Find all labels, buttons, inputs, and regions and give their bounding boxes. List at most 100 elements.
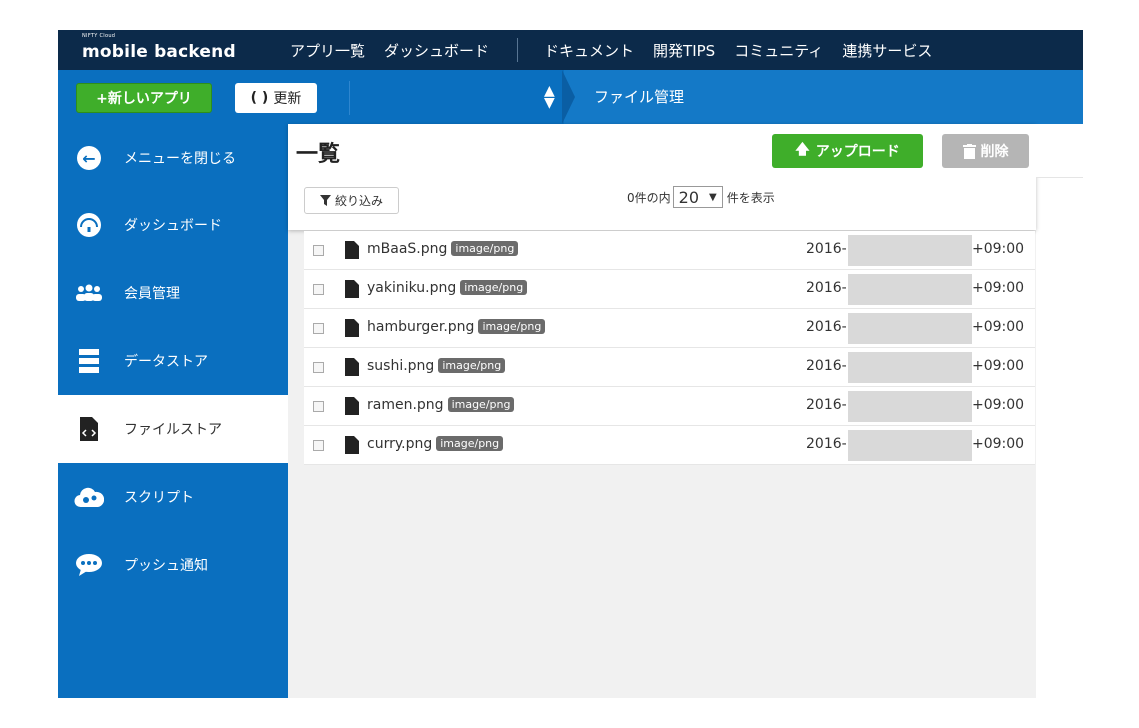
trash-icon (962, 143, 976, 159)
delete-button[interactable]: 削除 (942, 134, 1029, 168)
filter-button[interactable]: 絞り込み (304, 187, 399, 214)
caret-down-icon: ▼ (709, 191, 717, 203)
row-checkbox[interactable] (313, 362, 324, 373)
nav-app-list[interactable]: アプリ一覧 (290, 40, 365, 61)
nav-documents[interactable]: ドキュメント (544, 40, 634, 61)
file-name[interactable]: sushi.png (367, 358, 434, 374)
row-checkbox[interactable] (313, 245, 324, 256)
date-redacted (848, 235, 972, 266)
new-app-button[interactable]: +新しいアプリ (76, 83, 212, 113)
top-nav: アプリ一覧 ダッシュボード ドキュメント 開発TIPS コミュニティ 連携サービ… (290, 30, 951, 70)
mime-badge: image/png (436, 436, 504, 451)
table-row[interactable]: sushi.png image/png 2016- +09:00 (304, 348, 1035, 387)
sidebar-item-dashboard[interactable]: ダッシュボード (58, 191, 288, 259)
file-icon (345, 436, 359, 454)
upload-button[interactable]: 🡅 アップロード (772, 134, 923, 168)
refresh-icon: ( ) (250, 90, 269, 106)
sidebar-item-push[interactable]: プッシュ通知 (58, 531, 288, 599)
page-size-select[interactable]: 20 ▼ (672, 186, 723, 208)
breadcrumb-arrow (562, 70, 575, 124)
sidebar-item-script[interactable]: スクリプト (58, 463, 288, 531)
sidebar-item-label: ダッシュボード (124, 218, 222, 234)
table-row[interactable]: hamburger.png image/png 2016- +09:00 (304, 309, 1035, 348)
file-name[interactable]: mBaaS.png (367, 241, 447, 257)
sidebar: ← メニューを閉じる ダッシュボード 会員管理 データストア ファイルストア ス… (58, 124, 288, 698)
row-checkbox[interactable] (313, 401, 324, 412)
file-icon (345, 319, 359, 337)
file-code-icon (74, 414, 104, 444)
sidebar-item-label: 会員管理 (124, 286, 180, 302)
dashboard-gauge-icon (74, 210, 104, 240)
date-suffix: +09:00 (972, 280, 1025, 296)
delete-label: 削除 (980, 144, 1009, 160)
file-name-cell: yakiniku.png image/png (367, 280, 528, 296)
row-checkbox[interactable] (313, 323, 324, 334)
sidebar-item-users[interactable]: 会員管理 (58, 259, 288, 327)
filter-icon (319, 195, 331, 206)
sidebar-item-label: メニューを閉じる (124, 151, 236, 167)
list-panel-header: 一覧 🡅 アップロード 削除 絞り込み 0件の内 20 ▼ 件を表示 (288, 124, 1036, 230)
file-name-cell: sushi.png image/png (367, 358, 506, 374)
logo-title: mobile backend (82, 42, 236, 62)
date-redacted (848, 430, 972, 461)
file-name[interactable]: ramen.png (367, 397, 444, 413)
cloud-gear-icon (74, 482, 104, 512)
row-checkbox[interactable] (313, 440, 324, 451)
mime-badge: image/png (447, 397, 515, 412)
refresh-button[interactable]: ( ) 更新 (235, 83, 317, 113)
mime-badge: image/png (478, 319, 546, 334)
sort-toggle-icon[interactable]: ▲ ▼ (544, 84, 555, 110)
sidebar-item-filestore[interactable]: ファイルストア (58, 395, 288, 463)
nav-dev-tips[interactable]: 開発TIPS (653, 40, 715, 61)
row-checkbox[interactable] (313, 284, 324, 295)
table-row[interactable]: yakiniku.png image/png 2016- +09:00 (304, 270, 1035, 309)
table-row[interactable]: mBaaS.png image/png 2016- +09:00 (304, 231, 1035, 270)
sidebar-item-close-menu[interactable]: ← メニューを閉じる (58, 124, 288, 192)
date-redacted (848, 313, 972, 344)
sidebar-item-datastore[interactable]: データストア (58, 327, 288, 395)
file-name[interactable]: curry.png (367, 436, 432, 452)
datastore-icon (74, 346, 104, 376)
date-prefix: 2016- (806, 319, 847, 335)
date-suffix: +09:00 (972, 241, 1025, 257)
count-suffix: 件を表示 (726, 190, 775, 205)
page-size-value: 20 (678, 187, 699, 207)
date-suffix: +09:00 (972, 358, 1025, 374)
file-name-cell: mBaaS.png image/png (367, 241, 519, 257)
file-icon (345, 397, 359, 415)
date-prefix: 2016- (806, 241, 847, 257)
date-prefix: 2016- (806, 436, 847, 452)
date-prefix: 2016- (806, 397, 847, 413)
file-name[interactable]: hamburger.png (367, 319, 474, 335)
date-redacted (848, 391, 972, 422)
date-redacted (848, 274, 972, 305)
table-row[interactable]: curry.png image/png 2016- +09:00 (304, 426, 1035, 465)
breadcrumb-current: ファイル管理 (594, 88, 685, 106)
users-icon (74, 278, 104, 308)
file-icon (345, 358, 359, 376)
filter-label: 絞り込み (334, 194, 383, 208)
file-icon (345, 280, 359, 298)
sidebar-item-label: プッシュ通知 (124, 558, 208, 574)
refresh-label: 更新 (273, 91, 302, 107)
mime-badge: image/png (451, 241, 519, 256)
date-redacted (848, 352, 972, 383)
nav-dashboard[interactable]: ダッシュボード (384, 40, 489, 61)
date-suffix: +09:00 (972, 319, 1025, 335)
page-title: 一覧 (296, 142, 341, 167)
file-name[interactable]: yakiniku.png (367, 280, 456, 296)
table-row[interactable]: ramen.png image/png 2016- +09:00 (304, 387, 1035, 426)
logo-brand-small: NIFTY Cloud (82, 33, 116, 39)
sidebar-item-label: データストア (124, 354, 208, 370)
mime-badge: image/png (438, 358, 506, 373)
mime-badge: image/png (460, 280, 528, 295)
nav-integrations[interactable]: 連携サービス (842, 40, 932, 61)
file-icon (345, 241, 359, 259)
nav-community[interactable]: コミュニティ (734, 40, 823, 61)
logo[interactable]: NIFTY Cloud mobile backend (82, 33, 236, 64)
sidebar-item-label: スクリプト (124, 490, 194, 506)
arrow-up-icon: 🡅 (795, 142, 810, 158)
file-name-cell: hamburger.png image/png (367, 319, 546, 335)
sidebar-item-label: ファイルストア (124, 422, 222, 438)
file-name-cell: curry.png image/png (367, 436, 504, 452)
